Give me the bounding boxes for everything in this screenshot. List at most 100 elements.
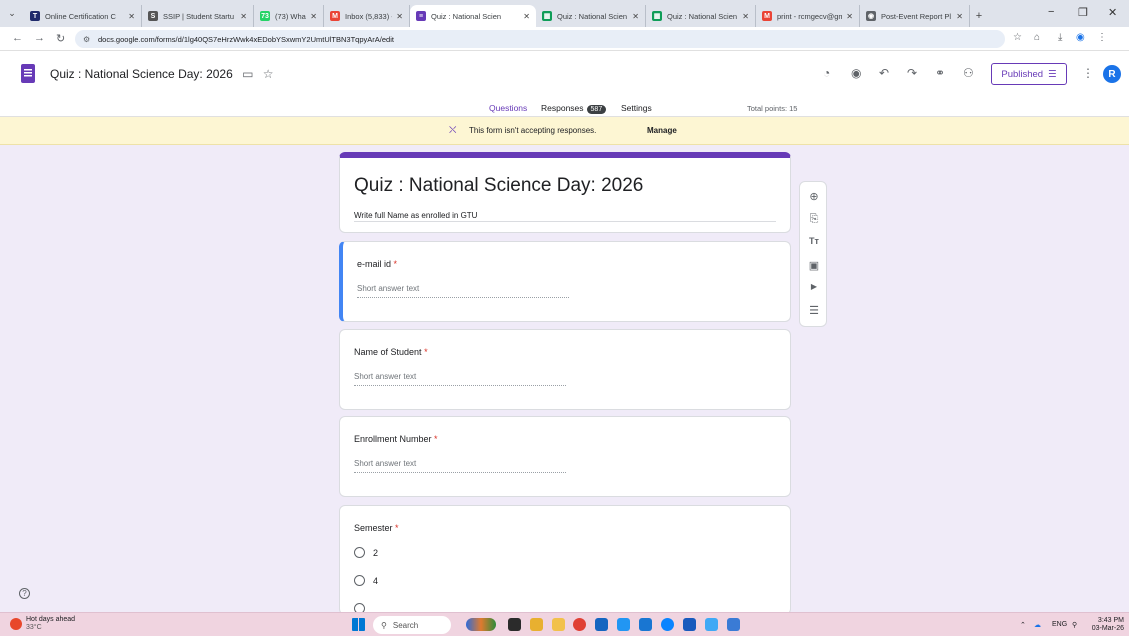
profile-icon[interactable]: ◉	[1076, 32, 1085, 43]
form-tabs: Questions Responses 587 Settings	[0, 99, 1129, 165]
tab-close-icon[interactable]: ✕	[846, 12, 853, 21]
tab-close-icon[interactable]: ✕	[128, 12, 135, 21]
radio-option-2[interactable]	[354, 547, 365, 558]
tab-close-icon[interactable]: ✕	[396, 12, 403, 21]
network-volume-icon[interactable]: ⚲	[1072, 621, 1077, 629]
paint-app-icon[interactable]	[727, 618, 740, 631]
add-section-icon[interactable]: ☰	[800, 304, 828, 317]
browser-tab[interactable]: M Inbox (5,833) - rcmal ✕	[324, 5, 410, 27]
add-video-icon[interactable]: ▶	[800, 282, 828, 291]
tab-search-chevron-icon[interactable]: ⌄	[0, 0, 24, 27]
browser-tab[interactable]: 73 (73) WhatsApp✕	[254, 5, 324, 27]
answer-underline	[357, 297, 569, 298]
extensions-icon[interactable]: ⌂	[1034, 32, 1040, 43]
taskbar-search[interactable]: ⚲ Search	[373, 616, 451, 634]
tab-favicon-icon: ▦	[652, 11, 662, 21]
google-forms-logo-icon[interactable]	[21, 64, 35, 83]
tab-title: Inbox (5,833) - rcmal	[345, 11, 392, 21]
total-points: Total points: 15	[747, 104, 798, 113]
restore-icon[interactable]: ❐	[1078, 6, 1088, 19]
tab-close-icon[interactable]: ✕	[240, 12, 247, 21]
camera-app-icon[interactable]	[617, 618, 630, 631]
onedrive-icon[interactable]: ☁	[1034, 621, 1041, 629]
question-title: e-mail id	[357, 259, 392, 269]
tab-close-icon[interactable]: ✕	[310, 12, 317, 21]
close-window-icon[interactable]: ✕	[1108, 6, 1117, 19]
preview-icon[interactable]: ◉	[851, 66, 861, 80]
manage-button[interactable]: Manage	[647, 126, 677, 135]
tab-close-icon[interactable]: ✕	[523, 12, 530, 21]
calendar-app-icon[interactable]	[639, 618, 652, 631]
link-icon[interactable]: ⚭	[935, 66, 945, 80]
document-title[interactable]: Quiz : National Science Day: 2026 ▭ ☆	[50, 67, 274, 81]
tab-settings[interactable]: Settings	[621, 103, 652, 113]
photos-app-icon[interactable]	[705, 618, 718, 631]
form-description[interactable]: Write full Name as enrolled in GTU	[354, 211, 477, 220]
file-explorer-icon[interactable]	[552, 618, 565, 631]
browser-tab[interactable]: ▦ Quiz : National Scien ✕	[536, 5, 646, 27]
radio-label-2: 2	[373, 548, 379, 558]
add-collaborator-icon[interactable]: ⚇	[963, 66, 974, 80]
question-card-enrollment[interactable]: Enrollment Number * Short answer text	[339, 416, 791, 497]
answer-underline	[354, 472, 566, 473]
edge-icon[interactable]	[661, 618, 674, 631]
forward-icon[interactable]: →	[34, 32, 45, 44]
answer-underline	[354, 385, 566, 386]
undo-icon[interactable]: ↶	[879, 66, 889, 80]
back-icon[interactable]: ←	[12, 32, 23, 44]
widgets-app-icon[interactable]	[530, 618, 543, 631]
task-view-icon[interactable]	[508, 618, 521, 631]
tab-close-icon[interactable]: ✕	[956, 12, 963, 21]
tab-close-icon[interactable]: ✕	[632, 12, 639, 21]
browser-tab[interactable]: ≡ Quiz : National Scien ✕	[410, 5, 536, 27]
radio-option-4[interactable]	[354, 575, 365, 586]
avatar[interactable]: R	[1103, 65, 1121, 83]
copilot-app-icon[interactable]	[466, 618, 496, 631]
move-to-folder-icon[interactable]: ▭	[242, 67, 253, 81]
clock-date: 03-Mar-26	[1091, 625, 1124, 632]
add-title-icon[interactable]: Tт	[800, 236, 828, 246]
system-clock[interactable]: 3:43 PM 03-Mar-26	[1088, 617, 1124, 633]
store-icon[interactable]	[595, 618, 608, 631]
browser-tab[interactable]: S SSIP | Student Startu ✕	[142, 5, 254, 27]
tab-questions[interactable]: Questions	[489, 103, 527, 113]
question-title: Name of Student	[354, 347, 422, 357]
chrome-icon[interactable]	[573, 618, 586, 631]
add-image-icon[interactable]: ▣	[800, 259, 828, 272]
add-question-icon[interactable]: ⊕	[800, 190, 828, 203]
language-indicator[interactable]: ENG	[1052, 621, 1067, 628]
word-icon[interactable]	[683, 618, 696, 631]
download-icon[interactable]: ⤓	[1058, 32, 1062, 43]
browser-tab[interactable]: Mprint - rcmgecv@gm ✕	[756, 5, 860, 27]
tab-responses[interactable]: Responses 587	[541, 103, 607, 114]
question-title: Semester	[354, 523, 393, 533]
question-card-email[interactable]: e-mail id * Short answer text	[339, 241, 791, 322]
required-asterisk: *	[395, 523, 399, 533]
browser-tab[interactable]: T Online Certification C ✕	[24, 5, 142, 27]
minimize-icon[interactable]: −	[1048, 6, 1054, 18]
question-card-name[interactable]: Name of Student * Short answer text	[339, 329, 791, 410]
show-hidden-icons-icon[interactable]: ⌃	[1020, 621, 1026, 629]
windows-start-icon[interactable]	[352, 618, 365, 631]
palette-icon[interactable]: ◔	[823, 66, 830, 80]
tab-title: Quiz : National Scien	[667, 11, 738, 21]
bookmark-star-icon[interactable]: ☆	[1013, 32, 1022, 43]
address-bar[interactable]: ⚙ docs.google.com/forms/d/1lg40QS7eHrzWw…	[75, 30, 1005, 48]
tab-close-icon[interactable]: ✕	[742, 12, 749, 21]
import-questions-icon[interactable]: ⎘	[800, 213, 828, 226]
form-title-card[interactable]: Quiz : National Science Day: 2026 Write …	[339, 152, 791, 233]
site-info-icon[interactable]: ⚙	[83, 35, 92, 44]
help-icon[interactable]: ?	[19, 588, 30, 599]
new-tab-button[interactable]: +	[970, 5, 988, 27]
star-icon[interactable]: ☆	[263, 67, 274, 81]
browser-tab[interactable]: ◉ Post-Event Report Pl ✕	[860, 5, 970, 27]
form-title[interactable]: Quiz : National Science Day: 2026	[354, 175, 643, 197]
weather-widget[interactable]: Hot days ahead 33°C	[10, 616, 75, 632]
redo-icon[interactable]: ↷	[907, 66, 917, 80]
published-button[interactable]: Published ☰	[991, 63, 1067, 85]
browser-menu-icon[interactable]: ⋮	[1097, 32, 1107, 43]
reload-icon[interactable]: ↻	[56, 32, 65, 45]
browser-tab[interactable]: ▦ Quiz : National Scien ✕	[646, 5, 756, 27]
question-card-semester[interactable]: Semester * 2 4	[339, 505, 791, 615]
more-options-icon[interactable]: ⋮	[1082, 66, 1094, 80]
